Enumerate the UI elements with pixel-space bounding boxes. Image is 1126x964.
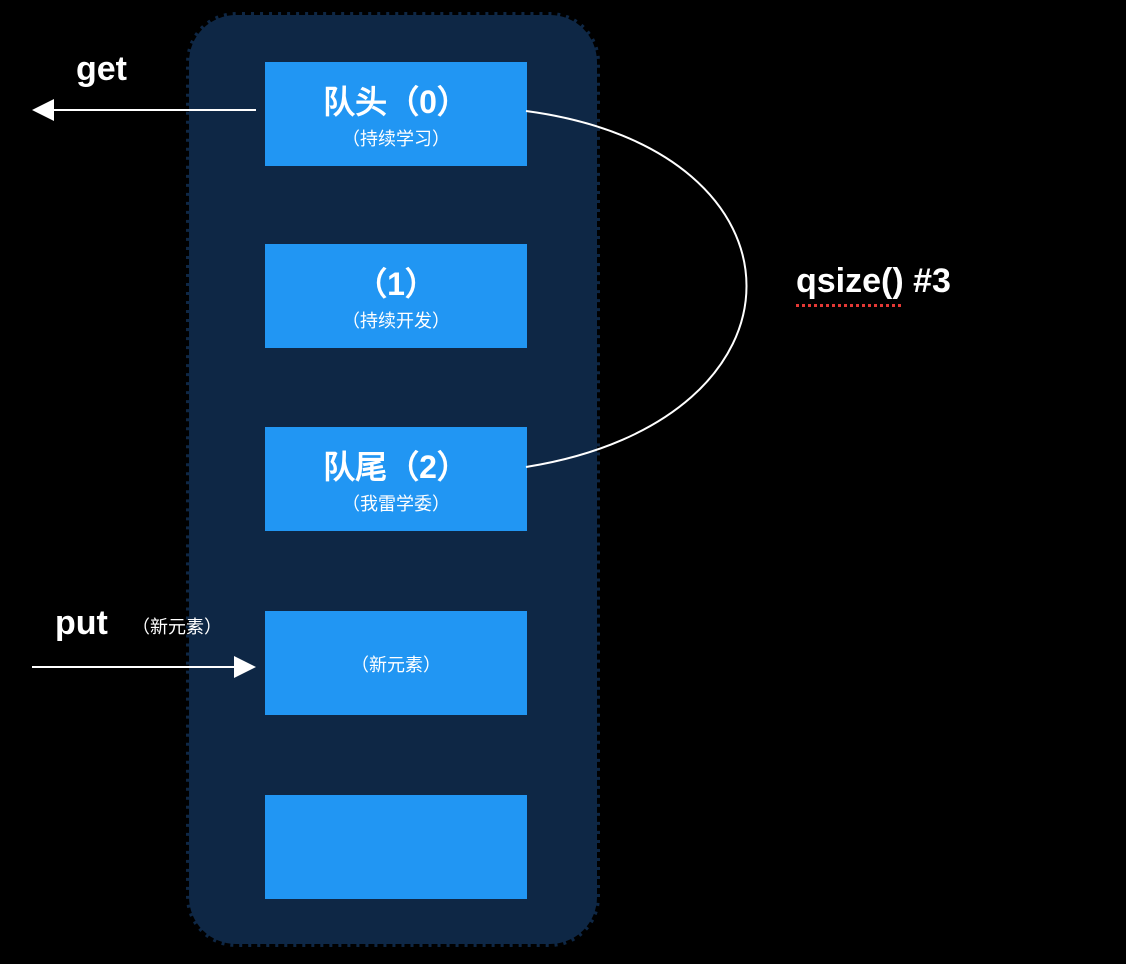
queue-box-1: （1） （持续开发） bbox=[265, 244, 527, 348]
qsize-label: qsize() #3 bbox=[796, 262, 951, 301]
box-subtitle: （持续开发） bbox=[342, 307, 450, 333]
get-label: get bbox=[76, 50, 127, 89]
box-subtitle: （新元素） bbox=[351, 651, 441, 677]
put-sublabel: （新元素） bbox=[132, 613, 222, 639]
put-arrow-icon bbox=[32, 666, 252, 668]
get-arrow-icon bbox=[36, 109, 256, 111]
queue-box-tail: 队尾（2） （我雷学委） bbox=[265, 427, 527, 531]
box-title: （1） bbox=[355, 259, 437, 305]
qsize-underline-icon bbox=[796, 304, 901, 307]
queue-box-empty bbox=[265, 795, 527, 899]
queue-box-head: 队头（0） （持续学习） bbox=[265, 62, 527, 166]
box-subtitle: （持续学习） bbox=[342, 125, 450, 151]
put-label: put bbox=[55, 604, 108, 643]
box-title: 队头（0） bbox=[323, 77, 469, 123]
box-title: 队尾（2） bbox=[323, 442, 469, 488]
box-subtitle: （我雷学委） bbox=[342, 490, 450, 516]
queue-container: 队头（0） （持续学习） （1） （持续开发） 队尾（2） （我雷学委） （新元… bbox=[186, 12, 600, 947]
queue-box-new: （新元素） bbox=[265, 611, 527, 715]
